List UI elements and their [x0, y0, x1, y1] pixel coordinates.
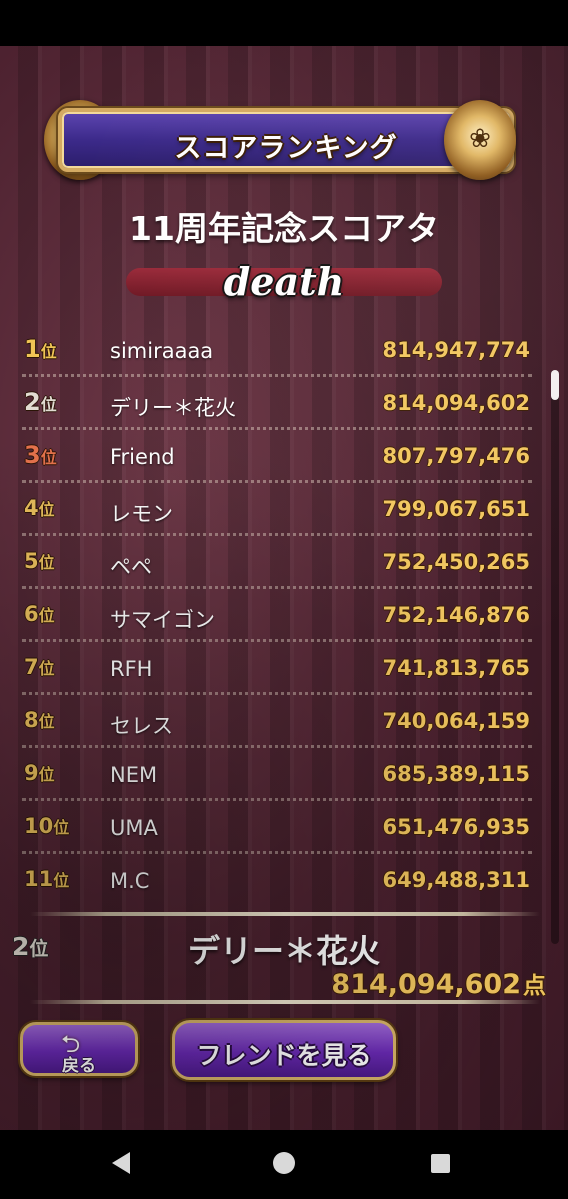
ranking-row[interactable]: 6位 サマイゴン 752,146,876	[22, 589, 532, 642]
ranking-list[interactable]: 1位 simiraaaa 814,947,774 2位 デリー＊花火 814,094,60…	[22, 324, 532, 906]
player-score: 740,064,159	[382, 709, 530, 733]
rank-number: 10位	[24, 814, 69, 838]
my-score: 814,094,602点	[331, 966, 546, 1000]
page-title: スコアランキング	[174, 133, 398, 164]
rank-unit: 位	[38, 765, 55, 784]
android-nav-bar	[0, 1130, 568, 1199]
rank-unit: 位	[53, 818, 70, 837]
rank-unit: 位	[40, 448, 57, 467]
ranking-row[interactable]: 7位 RFH 741,813,765	[22, 642, 532, 695]
rank-value: 6	[24, 602, 39, 626]
rank-unit: 位	[53, 871, 70, 890]
player-name: レモン	[110, 502, 173, 526]
rank-value: 1	[24, 335, 41, 363]
player-name: サマイゴン	[110, 608, 215, 632]
player-score: 649,488,311	[382, 868, 530, 892]
player-name: Friend	[110, 445, 175, 469]
rank-number: 8位	[24, 708, 55, 732]
divider	[30, 1000, 540, 1004]
rank-number: 4位	[24, 496, 55, 520]
rank-unit: 位	[38, 500, 55, 519]
view-friends-label: フレンドを見る	[196, 1041, 372, 1070]
ranking-row[interactable]: 3位 Friend 807,797,476	[22, 430, 532, 483]
rank-value: 10	[24, 814, 54, 838]
player-score: 814,947,774	[382, 338, 530, 362]
player-score: 807,797,476	[382, 444, 530, 468]
player-score: 685,389,115	[382, 762, 530, 786]
ranking-row[interactable]: 9位 NEM 685,389,115	[22, 748, 532, 801]
player-name: UMA	[110, 816, 158, 840]
difficulty-label: death	[223, 259, 345, 304]
rank-value: 7	[24, 655, 39, 679]
ranking-row[interactable]: 11位 M.C 649,488,311	[22, 854, 532, 906]
rank-number: 5位	[24, 549, 55, 573]
rank-unit: 位	[38, 606, 55, 625]
ranking-row[interactable]: 2位 デリー＊花火 814,094,602	[22, 377, 532, 430]
rose-ornament-icon: ❀	[444, 100, 516, 180]
rank-value: 5	[24, 549, 39, 573]
game-screen: ❀ スコアランキング ❀ 11周年記念スコアタ death 1位simiraaa…	[0, 46, 568, 1130]
back-button-label: 戻る	[62, 1056, 96, 1076]
rank-unit: 位	[40, 342, 57, 361]
player-name: デリー＊花火	[110, 396, 236, 420]
my-score-unit: 点	[523, 973, 546, 999]
player-score: 752,450,265	[382, 550, 530, 574]
ranking-row[interactable]: 10位 UMA 651,476,935	[22, 801, 532, 854]
player-name: RFH	[110, 657, 153, 681]
player-name: セレス	[110, 714, 173, 738]
triangle-back-icon[interactable]	[112, 1152, 130, 1174]
back-button[interactable]: ⮌ 戻る	[20, 1022, 138, 1076]
player-name: simiraaaa	[110, 339, 214, 363]
rank-number: 2位	[24, 388, 57, 416]
ranking-row[interactable]: 4位 レモン 799,067,651	[22, 483, 532, 536]
rank-unit: 位	[38, 659, 55, 678]
rank-value: 3	[24, 441, 41, 469]
player-score: 799,067,651	[382, 497, 530, 521]
player-name: NEM	[110, 763, 158, 787]
rank-number: 6位	[24, 602, 55, 626]
ranking-row[interactable]: 8位 セレス 740,064,159	[22, 695, 532, 748]
my-score-value: 814,094,602	[331, 969, 521, 1000]
ranking-row[interactable]: 1位 simiraaaa 814,947,774	[22, 324, 532, 377]
rank-value: 9	[24, 761, 39, 785]
rank-unit: 位	[40, 395, 57, 414]
player-score: 814,094,602	[382, 391, 530, 415]
player-name: ペペ	[110, 555, 152, 579]
rank-number: 9位	[24, 761, 55, 785]
view-friends-button[interactable]: フレンドを見る	[172, 1020, 396, 1080]
ranking-row[interactable]: 5位 ペペ 752,450,265	[22, 536, 532, 589]
ranking-scrollbar[interactable]	[551, 370, 559, 944]
player-score: 741,813,765	[382, 656, 530, 680]
rank-number: 1位	[24, 335, 57, 363]
rank-value: 11	[24, 867, 54, 891]
rank-number: 11位	[24, 867, 69, 891]
player-score: 752,146,876	[382, 603, 530, 627]
rank-value: 2	[24, 388, 41, 416]
scroll-thumb[interactable]	[551, 370, 559, 400]
square-recents-icon[interactable]	[431, 1154, 450, 1173]
rank-unit: 位	[38, 712, 55, 731]
rank-value: 8	[24, 708, 39, 732]
event-title: 11周年記念スコアタ	[129, 209, 439, 248]
divider	[30, 912, 540, 916]
circle-home-icon[interactable]	[273, 1152, 295, 1174]
status-bar	[0, 0, 568, 46]
player-name: M.C	[110, 869, 150, 893]
rank-number: 7位	[24, 655, 55, 679]
rank-number: 3位	[24, 441, 57, 469]
rank-unit: 位	[38, 553, 55, 572]
player-score: 651,476,935	[382, 815, 530, 839]
rank-value: 4	[24, 496, 39, 520]
